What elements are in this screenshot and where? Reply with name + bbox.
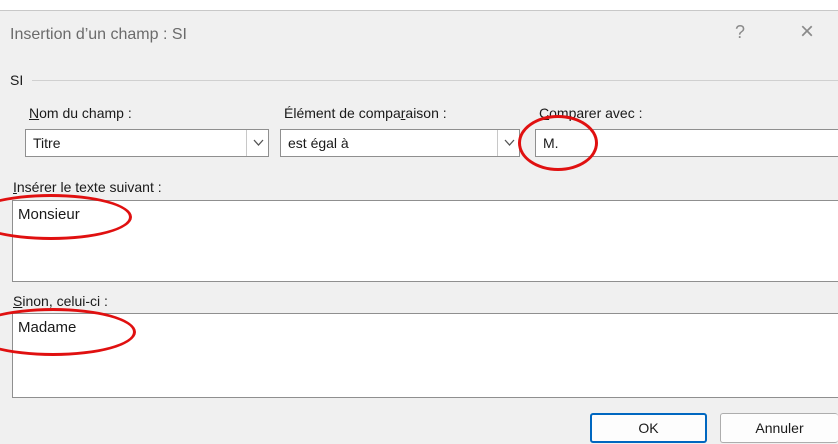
- field-name-value: Titre: [33, 135, 61, 151]
- help-button[interactable]: ?: [735, 22, 745, 43]
- comparison-label: Élément de comparaison :: [284, 105, 447, 121]
- field-name-label: Nom du champ :: [29, 105, 132, 121]
- ok-button[interactable]: OK: [590, 413, 707, 443]
- insert-text-label: Insérer le texte suivant :: [13, 179, 162, 195]
- chevron-down-icon[interactable]: [497, 130, 520, 156]
- dialog-title: Insertion d’un champ : SI: [10, 26, 187, 43]
- close-button[interactable]: ×: [800, 18, 814, 46]
- field-name-dropdown[interactable]: Titre: [25, 129, 269, 157]
- cancel-button[interactable]: Annuler: [720, 413, 838, 443]
- group-label: SI: [10, 72, 24, 88]
- else-text-label: Sinon, celui-ci :: [13, 293, 108, 309]
- annotation-circle-compare: [518, 115, 598, 171]
- comparison-value: est égal à: [288, 135, 349, 151]
- else-text-area[interactable]: Madame: [12, 313, 838, 398]
- insert-text-area[interactable]: Monsieur: [12, 200, 838, 282]
- comparison-dropdown[interactable]: est égal à: [280, 129, 520, 157]
- group-divider: [32, 80, 838, 81]
- chevron-down-icon[interactable]: [246, 130, 269, 156]
